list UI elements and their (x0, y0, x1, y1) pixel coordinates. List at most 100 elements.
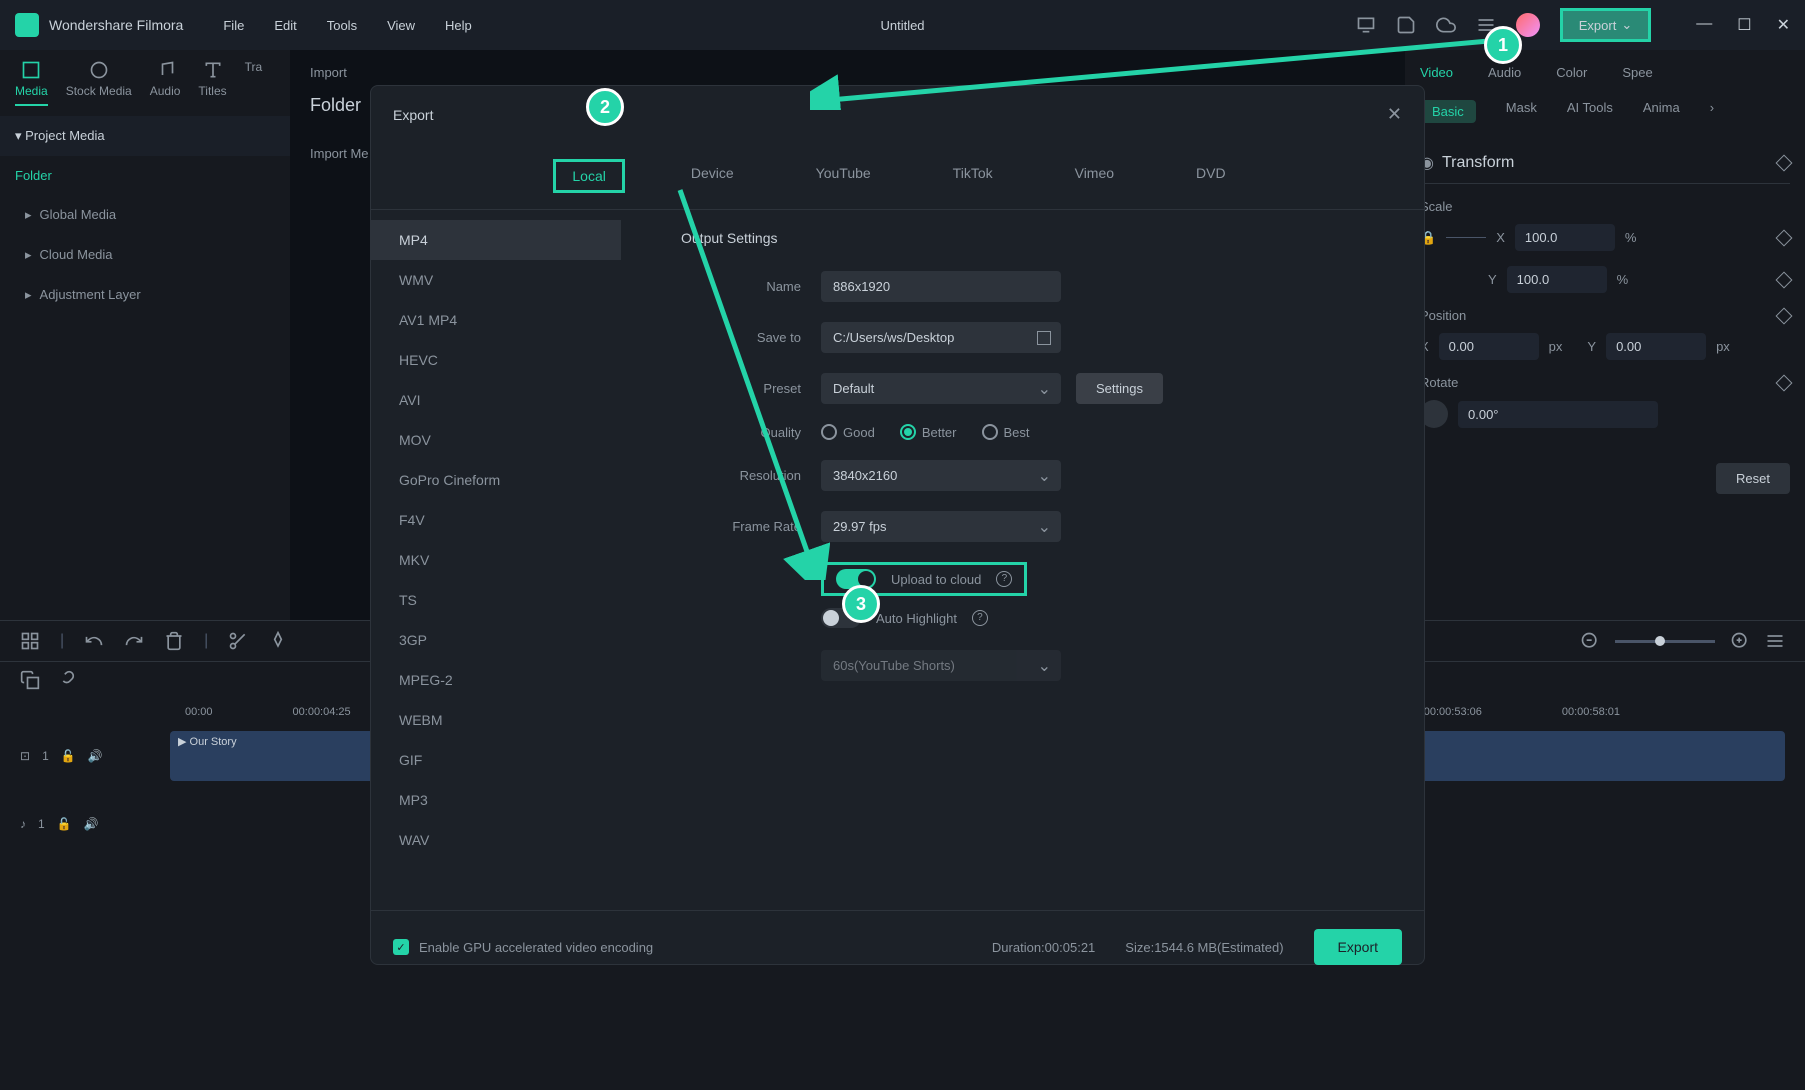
mute-icon[interactable]: 🔊 (84, 817, 99, 831)
copy-icon[interactable] (20, 670, 40, 690)
zoom-slider[interactable] (1615, 640, 1715, 643)
name-input[interactable] (821, 271, 1061, 302)
dialog-export-button[interactable]: Export (1314, 929, 1402, 965)
maximize-icon[interactable]: ☐ (1737, 15, 1751, 35)
link-icon[interactable] (55, 670, 75, 690)
undo-icon[interactable] (84, 631, 104, 651)
callout-2: 2 (586, 88, 624, 126)
right-tab-speed[interactable]: Spee (1622, 65, 1652, 80)
global-media-item[interactable]: ▸Global Media (0, 195, 290, 235)
format-mkv[interactable]: MKV (371, 540, 621, 580)
lock-icon[interactable]: 🔓 (61, 749, 76, 763)
scale-y-input[interactable] (1507, 266, 1607, 293)
menu-edit[interactable]: Edit (274, 18, 296, 33)
folder-icon[interactable] (1037, 331, 1051, 345)
right-tab-color[interactable]: Color (1556, 65, 1587, 80)
format-list: MP4 WMV AV1 MP4 HEVC AVI MOV GoPro Cinef… (371, 210, 621, 910)
save-to-input[interactable] (821, 322, 1061, 353)
format-mpeg2[interactable]: MPEG-2 (371, 660, 621, 700)
format-gif[interactable]: GIF (371, 740, 621, 780)
subtab-ai-tools[interactable]: AI Tools (1567, 100, 1613, 123)
profile-avatar[interactable] (1516, 13, 1540, 37)
app-name: Wondershare Filmora (49, 17, 183, 33)
pos-x-input[interactable] (1439, 333, 1539, 360)
format-mp4[interactable]: MP4 (371, 220, 621, 260)
format-hevc[interactable]: HEVC (371, 340, 621, 380)
tab-audio[interactable]: Audio (150, 60, 181, 106)
export-button[interactable]: Export⌄ (1560, 8, 1651, 42)
format-wmv[interactable]: WMV (371, 260, 621, 300)
keyframe-icon[interactable] (1776, 374, 1793, 391)
marker-icon[interactable] (268, 631, 288, 651)
minimize-icon[interactable]: — (1696, 15, 1712, 35)
help-icon[interactable]: ? (972, 610, 988, 626)
tab-media[interactable]: Media (15, 60, 48, 106)
format-mov[interactable]: MOV (371, 420, 621, 460)
annotation-arrow-1 (810, 30, 1510, 110)
project-media-header[interactable]: ▾ Project Media (0, 116, 290, 156)
tab-stock-media[interactable]: Stock Media (66, 60, 132, 106)
lock-icon[interactable]: 🔓 (57, 817, 72, 831)
menu-tools[interactable]: Tools (327, 18, 357, 33)
pos-y-input[interactable] (1606, 333, 1706, 360)
zoom-out-icon[interactable] (1580, 631, 1600, 651)
format-3gp[interactable]: 3GP (371, 620, 621, 660)
resolution-select[interactable]: 3840x2160 (821, 460, 1061, 491)
menu-file[interactable]: File (223, 18, 244, 33)
scale-label: Scale (1420, 199, 1790, 214)
preset-select[interactable]: Default (821, 373, 1061, 404)
reset-button[interactable]: Reset (1716, 463, 1790, 494)
format-webm[interactable]: WEBM (371, 700, 621, 740)
help-icon[interactable]: ? (996, 571, 1012, 587)
list-icon[interactable] (1765, 631, 1785, 651)
media-icon (21, 60, 41, 80)
time-marker: 00:00:53:06 (1424, 706, 1482, 718)
gpu-checkbox[interactable]: ✓ (393, 939, 409, 955)
rotate-input[interactable] (1458, 401, 1658, 428)
position-label: Position (1420, 308, 1466, 323)
zoom-in-icon[interactable] (1730, 631, 1750, 651)
subtab-mask[interactable]: Mask (1506, 100, 1537, 123)
tab-titles[interactable]: Titles (198, 60, 226, 106)
keyframe-icon[interactable] (1776, 271, 1793, 288)
format-ts[interactable]: TS (371, 580, 621, 620)
quality-best[interactable]: Best (982, 424, 1030, 440)
menu-view[interactable]: View (387, 18, 415, 33)
subtab-anima[interactable]: Anima (1643, 100, 1680, 123)
format-wav[interactable]: WAV (371, 820, 621, 860)
format-avi[interactable]: AVI (371, 380, 621, 420)
menu-help[interactable]: Help (445, 18, 472, 33)
framerate-select[interactable]: 29.97 fps (821, 511, 1061, 542)
video-track-icon: ⊡ (20, 749, 30, 763)
export-tab-vimeo[interactable]: Vimeo (1059, 159, 1130, 193)
quality-better[interactable]: Better (900, 424, 957, 440)
cloud-media-item[interactable]: ▸Cloud Media (0, 235, 290, 275)
chevron-right-icon: ▸ (25, 207, 32, 222)
chevron-right-icon[interactable]: › (1710, 100, 1714, 123)
chevron-right-icon: ▸ (25, 287, 32, 302)
tab-transitions[interactable]: Tra (245, 60, 263, 106)
cut-icon[interactable] (228, 631, 248, 651)
export-tab-dvd[interactable]: DVD (1180, 159, 1242, 193)
keyframe-icon[interactable] (1776, 155, 1793, 172)
stock-icon (89, 60, 109, 80)
visibility-icon[interactable]: 🔊 (88, 749, 103, 763)
folder-label[interactable]: Folder (0, 156, 290, 195)
scale-x-input[interactable] (1515, 224, 1615, 251)
format-av1mp4[interactable]: AV1 MP4 (371, 300, 621, 340)
keyframe-icon[interactable] (1776, 229, 1793, 246)
gpu-label: Enable GPU accelerated video encoding (419, 940, 653, 955)
redo-icon[interactable] (124, 631, 144, 651)
shorts-select[interactable]: 60s(YouTube Shorts) (821, 650, 1061, 681)
format-f4v[interactable]: F4V (371, 500, 621, 540)
close-icon[interactable]: ✕ (1777, 15, 1790, 35)
grid-icon[interactable] (20, 631, 40, 651)
settings-button[interactable]: Settings (1076, 373, 1163, 404)
delete-icon[interactable] (164, 631, 184, 651)
export-tab-local[interactable]: Local (553, 159, 624, 193)
format-mp3[interactable]: MP3 (371, 780, 621, 820)
export-tab-tiktok[interactable]: TikTok (937, 159, 1009, 193)
format-gopro[interactable]: GoPro Cineform (371, 460, 621, 500)
keyframe-icon[interactable] (1776, 307, 1793, 324)
adjustment-layer-item[interactable]: ▸Adjustment Layer (0, 275, 290, 315)
